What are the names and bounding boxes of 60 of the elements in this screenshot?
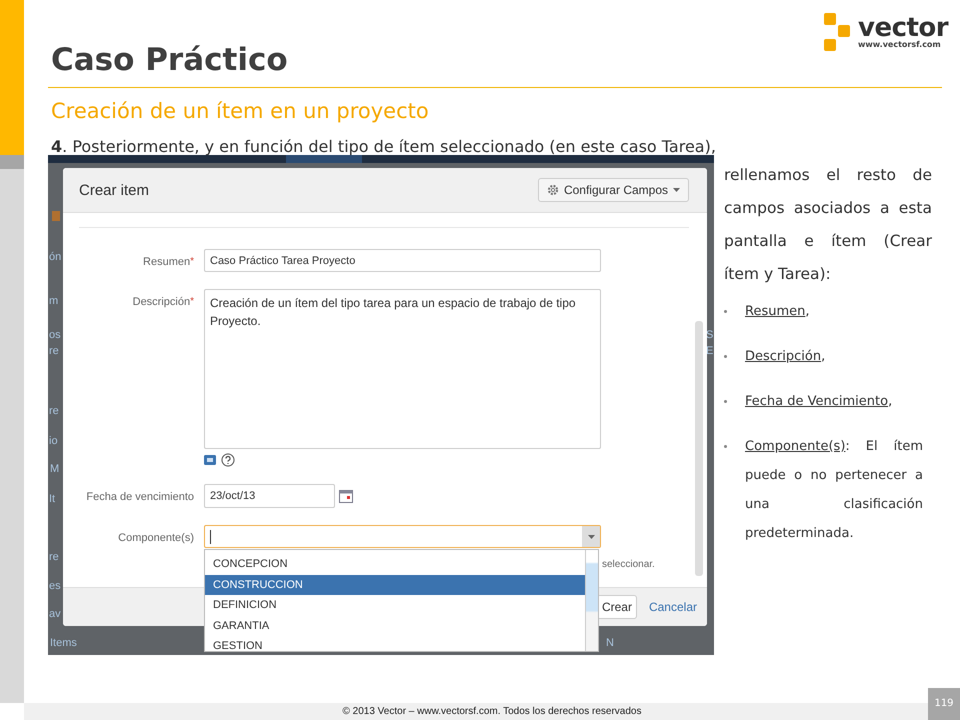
field-label: Resumen bbox=[143, 256, 190, 268]
calendar-icon bbox=[339, 490, 353, 502]
bullet-text: Componente(s): El ítem puede o no pertenecer a una clasificación predeterminada. bbox=[745, 438, 923, 543]
background-text: E bbox=[706, 345, 714, 358]
background-text: re bbox=[49, 405, 59, 418]
background-text: S bbox=[706, 329, 714, 342]
caret-icon bbox=[588, 534, 594, 538]
background-text: io bbox=[49, 435, 58, 448]
date-field[interactable]: 23/oct/13 bbox=[204, 484, 335, 508]
bullet-icon bbox=[724, 355, 727, 358]
image-icon bbox=[52, 211, 60, 221]
slide-title: Caso Práctico bbox=[51, 41, 288, 80]
text-field[interactable]: Caso Práctico Tarea Proyecto bbox=[204, 249, 601, 272]
body-text: rellenamos el resto de campos asociados a esta pantalla e ítem (Crear ítem y Tarea): bbox=[724, 165, 932, 285]
background-text: av bbox=[49, 608, 61, 621]
background-text: os bbox=[49, 329, 61, 342]
caret-icon bbox=[673, 188, 680, 192]
scrollbar[interactable] bbox=[585, 550, 598, 651]
dropdown-option[interactable]: CONSTRUCCION bbox=[205, 574, 585, 595]
help-icon bbox=[221, 453, 235, 467]
logo-squares-icon bbox=[822, 13, 852, 53]
combo-field[interactable] bbox=[204, 525, 601, 548]
gear-icon bbox=[546, 184, 559, 196]
folder-icon bbox=[204, 455, 216, 465]
dialog-title: Crear item bbox=[79, 182, 150, 198]
field-label: Componente(s) bbox=[118, 532, 194, 544]
dropdown-option[interactable]: DEFINICION bbox=[205, 595, 585, 616]
bullet-icon bbox=[724, 400, 727, 403]
background-text: Items bbox=[50, 637, 77, 650]
configure-fields-button[interactable]: Configurar Campos bbox=[538, 178, 689, 202]
background-text: m bbox=[49, 295, 58, 308]
dropdown-option[interactable]: CONCEPCION bbox=[205, 554, 585, 574]
background-text: It bbox=[49, 493, 56, 506]
logo-url: www.vectorsf.com bbox=[858, 40, 942, 50]
hint-text: seleccionar. bbox=[602, 558, 655, 571]
slide-subtitle: Creación de un ítem en un proyecto bbox=[51, 98, 430, 125]
bullet-text: Descripción, bbox=[745, 348, 826, 366]
background-text: re bbox=[49, 345, 59, 358]
background-text: N bbox=[606, 637, 614, 650]
background-text: ón bbox=[49, 251, 62, 264]
bullet-icon bbox=[724, 445, 727, 448]
bullet-text: Fecha de Vencimiento, bbox=[745, 393, 894, 411]
field-label: Fecha de vencimiento bbox=[86, 491, 194, 503]
logo-name: vector bbox=[858, 16, 948, 40]
field-label: Descripción bbox=[132, 296, 190, 308]
bullet-icon bbox=[724, 310, 727, 313]
required-mark: * bbox=[190, 296, 194, 307]
dropdown-option[interactable]: GESTION bbox=[205, 636, 585, 655]
page-number: 119 bbox=[928, 688, 960, 720]
background-text: es bbox=[49, 580, 61, 593]
dropdown-option[interactable]: GARANTIA bbox=[205, 616, 585, 636]
required-mark: * bbox=[190, 256, 194, 267]
scrollbar[interactable] bbox=[695, 321, 703, 576]
cancel-link[interactable]: Cancelar bbox=[648, 600, 697, 614]
footer-text: © 2013 Vector – www.vectorsf.com. Todos los derechos reservados bbox=[342, 705, 642, 719]
text-area[interactable]: Creación de un ítem del tipo tarea para un espacio de trabajo de tipo Proyecto. bbox=[204, 289, 601, 449]
background-text: M bbox=[50, 463, 60, 476]
background-text: re bbox=[49, 551, 59, 564]
bullet-text: Resumen, bbox=[745, 303, 811, 321]
intro-text: 4. Posteriormente, y en función del tipo de ítem seleccionado (en este caso Tarea), bbox=[51, 136, 717, 158]
